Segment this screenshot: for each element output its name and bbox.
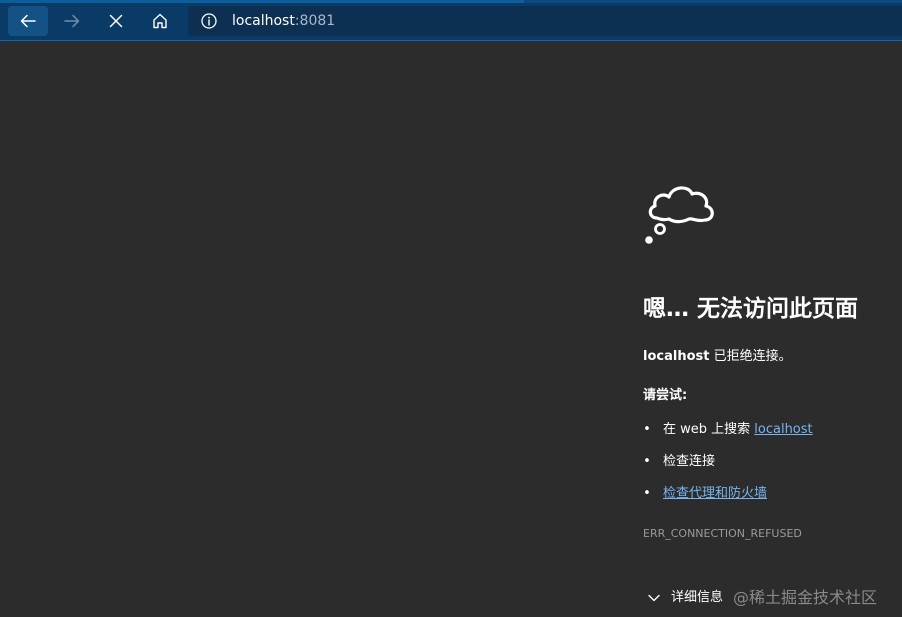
close-icon	[109, 14, 123, 28]
refused-text: 已拒绝连接。	[709, 349, 792, 364]
back-button[interactable]	[8, 6, 48, 36]
details-label: 详细信息	[671, 590, 724, 605]
home-icon	[153, 13, 167, 29]
bullet: •	[643, 422, 651, 437]
info-icon[interactable]	[201, 13, 217, 29]
thought-cloud-icon	[645, 186, 714, 244]
error-code: ERR_CONNECTION_REFUSED	[643, 527, 802, 540]
url-host: localhost	[232, 13, 295, 29]
url-port: :8081	[294, 13, 336, 29]
stop-button[interactable]	[96, 6, 136, 36]
chevron-down-icon	[648, 594, 660, 602]
check-proxy-link[interactable]: 检查代理和防火墙	[663, 485, 767, 503]
back-arrow-icon	[20, 14, 36, 28]
search-prefix: 在 web 上搜索	[663, 422, 755, 437]
error-panel: 嗯… 无法访问此页面 localhost 已拒绝连接。 请尝试: • 在 web…	[643, 0, 902, 617]
forward-button[interactable]	[52, 6, 92, 36]
refused-message: localhost 已拒绝连接。	[643, 348, 792, 366]
search-link[interactable]: localhost	[754, 422, 812, 437]
watermark: @稀土掘金技术社区	[733, 588, 878, 607]
bullet: •	[643, 454, 651, 469]
bullet: •	[643, 486, 651, 501]
home-button[interactable]	[140, 6, 180, 36]
url-text[interactable]: localhost:8081	[232, 13, 335, 29]
try-heading: 请尝试:	[643, 388, 688, 403]
error-title: 嗯… 无法访问此页面	[643, 296, 859, 322]
check-connection-text: 检查连接	[663, 454, 716, 469]
details-toggle[interactable]: 详细信息	[647, 588, 737, 608]
refused-host: localhost	[643, 349, 710, 364]
forward-arrow-icon	[64, 14, 80, 28]
